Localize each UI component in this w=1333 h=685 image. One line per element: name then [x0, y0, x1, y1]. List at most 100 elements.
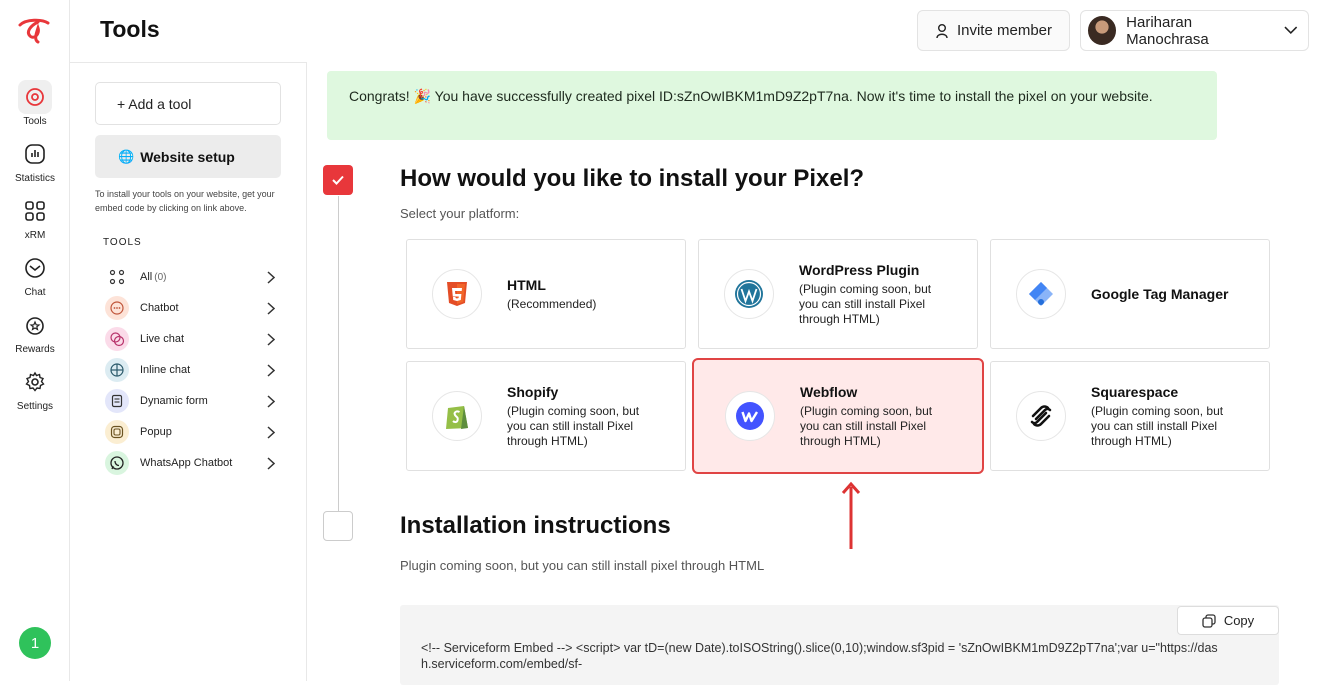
tools-panel: + Add a tool 🌐 Website setup To install …: [70, 62, 307, 681]
tool-label: Chatbot: [140, 302, 179, 314]
chevron-right-icon: [267, 425, 275, 439]
globe-icon: 🌐: [118, 148, 135, 164]
chevron-down-icon: [1284, 26, 1298, 35]
platform-desc: (Plugin coming soon, but you can still i…: [800, 403, 933, 448]
tool-item-popup[interactable]: Popup: [105, 420, 275, 444]
platform-title: Google Tag Manager: [1091, 286, 1229, 302]
tool-item-chatbot[interactable]: Chatbot: [105, 296, 275, 320]
chevron-right-icon: [267, 456, 275, 470]
platform-desc: (Recommended): [507, 296, 597, 311]
platform-desc: (Plugin coming soon, but you can still i…: [507, 403, 640, 448]
check-icon: [332, 175, 344, 185]
add-tool-button[interactable]: + Add a tool: [95, 82, 281, 125]
webflow-icon: [725, 391, 775, 441]
panel-help-text: To install your tools on your website, g…: [95, 189, 275, 213]
rewards-icon: [18, 308, 52, 342]
website-setup-button[interactable]: 🌐 Website setup: [95, 135, 281, 178]
tool-label: Inline chat: [140, 364, 191, 376]
rail-label-tools: Tools: [23, 116, 47, 127]
user-name: Hariharan Manochrasa: [1126, 13, 1209, 48]
embed-code-text[interactable]: <!-- Serviceform Embed --> <script> var …: [421, 640, 1221, 672]
popup-icon: [105, 420, 129, 444]
platform-title: Webflow: [800, 383, 858, 400]
install-heading: How would you like to install your Pixel…: [400, 165, 865, 192]
tool-item-inline-chat[interactable]: Inline chat: [105, 358, 275, 382]
invite-member-label: Invite member: [956, 22, 1053, 39]
chevron-right-icon: [267, 301, 275, 315]
whatsapp-icon: [105, 451, 129, 475]
tools-icon: [18, 80, 52, 114]
website-setup-label: Website setup: [140, 148, 235, 165]
rail-item-xrm[interactable]: xRM: [0, 194, 70, 241]
live-chat-icon: [105, 327, 129, 351]
step-2-checkbox: [323, 511, 353, 541]
rail-label-statistics: Statistics: [14, 173, 55, 184]
platform-card-webflow[interactable]: Webflow (Plugin coming soon, but you can…: [692, 358, 984, 474]
platform-card-shopify[interactable]: Shopify (Plugin coming soon, but you can…: [406, 361, 686, 471]
tool-item-all[interactable]: All (0): [105, 265, 275, 289]
success-banner: Congrats! 🎉 You have successfully create…: [327, 71, 1217, 140]
avatar: [1088, 16, 1117, 45]
instructions-subheading: Plugin coming soon, but you can still in…: [400, 558, 765, 573]
rail-item-settings[interactable]: Settings: [0, 365, 70, 412]
platform-card-html[interactable]: HTML (Recommended): [406, 239, 686, 349]
notification-badge[interactable]: 1: [19, 627, 51, 659]
inline-chat-icon: [105, 358, 129, 382]
platform-card-wordpress[interactable]: WordPress Plugin (Plugin coming soon, bu…: [698, 239, 978, 349]
copy-icon: [1202, 613, 1216, 628]
chatbot-icon: [105, 296, 129, 320]
rail-label-xrm: xRM: [24, 230, 46, 241]
squarespace-icon: [1016, 391, 1066, 441]
person-icon: [936, 23, 948, 38]
apps-icon: [105, 265, 129, 289]
statistics-icon: [18, 137, 52, 171]
user-menu[interactable]: Hariharan Manochrasa: [1080, 10, 1309, 51]
tool-count: (0): [154, 271, 167, 283]
chevron-right-icon: [267, 332, 275, 346]
step-connector: [338, 196, 339, 511]
rail-label-rewards: Rewards: [15, 344, 55, 355]
chevron-right-icon: [267, 363, 275, 377]
step-1-checkbox: [323, 165, 353, 195]
chevron-right-icon: [267, 394, 275, 408]
grid-icon: [18, 194, 52, 228]
rail-label-chat: Chat: [24, 287, 46, 298]
tool-item-live-chat[interactable]: Live chat: [105, 327, 275, 351]
tool-item-dynamic-form[interactable]: Dynamic form: [105, 389, 275, 413]
tool-label: All: [140, 271, 153, 283]
arrow-up-icon: [841, 481, 861, 549]
platform-title: HTML: [507, 276, 546, 293]
rail-item-tools[interactable]: Tools: [0, 80, 70, 127]
brand-logo[interactable]: [16, 16, 52, 44]
tool-label: WhatsApp Chatbot: [140, 457, 233, 469]
rail-item-rewards[interactable]: Rewards: [0, 308, 70, 355]
platform-title: Shopify: [507, 383, 559, 400]
gear-icon: [18, 365, 52, 399]
tool-label: Popup: [140, 426, 172, 438]
copy-button[interactable]: Copy: [1177, 606, 1279, 635]
chat-icon: [18, 251, 52, 285]
icon-rail: Tools Statistics xRM Chat Rewards Settin…: [0, 0, 70, 681]
invite-member-button[interactable]: Invite member: [917, 10, 1070, 51]
select-platform-label: Select your platform:: [400, 206, 520, 221]
html5-icon: [432, 269, 482, 319]
tools-heading: TOOLS: [103, 237, 142, 248]
rail-label-settings: Settings: [16, 401, 54, 412]
rail-item-chat[interactable]: Chat: [0, 251, 70, 298]
copy-label: Copy: [1223, 613, 1255, 628]
platform-card-google-tag-manager[interactable]: Google Tag Manager: [990, 239, 1270, 349]
tool-label: Dynamic form: [140, 395, 208, 407]
chevron-right-icon: [267, 270, 275, 284]
page-title: Tools: [100, 16, 160, 42]
platform-card-squarespace[interactable]: Squarespace (Plugin coming soon, but you…: [990, 361, 1270, 471]
instructions-heading: Installation instructions: [400, 512, 671, 539]
wordpress-icon: [724, 269, 774, 319]
rail-item-statistics[interactable]: Statistics: [0, 137, 70, 184]
platform-title: Squarespace: [1091, 383, 1179, 400]
shopify-icon: [432, 391, 482, 441]
google-tag-manager-icon: [1016, 269, 1066, 319]
tool-label: Live chat: [140, 333, 185, 345]
platform-title: WordPress Plugin: [799, 261, 920, 278]
tool-item-whatsapp-chatbot[interactable]: WhatsApp Chatbot: [105, 451, 275, 475]
form-icon: [105, 389, 129, 413]
